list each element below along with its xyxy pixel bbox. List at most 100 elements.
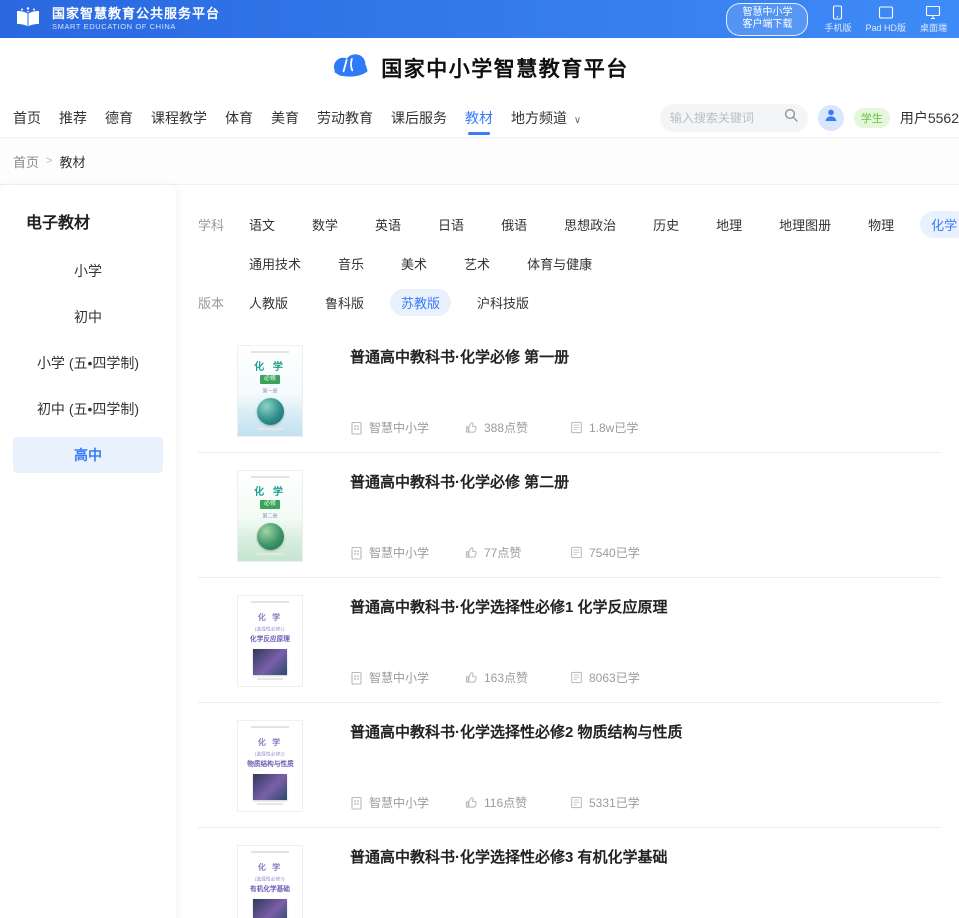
nav-item-label: 体育 xyxy=(225,110,253,126)
subject-filter-item[interactable]: 日语 xyxy=(427,211,475,238)
book-title[interactable]: 普通高中教科书·化学必修 第二册 xyxy=(350,471,941,492)
cover-volume: 第二册 xyxy=(262,512,277,520)
chevron-down-icon: ∨ xyxy=(574,115,581,126)
book-cover[interactable]: 化 学 必修 第二册 xyxy=(238,471,302,561)
open-book-logo-icon xyxy=(12,7,44,31)
nav-item[interactable]: 课程教学 xyxy=(142,98,216,138)
subject-filter-item[interactable]: 通用技术 xyxy=(238,250,312,277)
subject-filter-item[interactable]: 物理 xyxy=(857,211,905,238)
subject-filter-item[interactable]: 历史 xyxy=(642,211,690,238)
cover-volume: 第一册 xyxy=(262,387,277,395)
open-book-icon xyxy=(570,421,583,434)
cover-module-name: 有机化学基础 xyxy=(250,884,290,894)
breadcrumb-home[interactable]: 首页 xyxy=(13,152,39,171)
cover-publisher-decoration xyxy=(257,678,283,680)
subject-filter-item[interactable]: 美术 xyxy=(390,250,438,277)
subject-filter-row1: 学科 语文 数学 英语 日语 俄语 思想政治 历史 地理 地理图册 物理 xyxy=(198,211,941,238)
search-box[interactable] xyxy=(660,104,808,132)
nav-item[interactable]: 美育 xyxy=(262,98,308,138)
sidebar-item[interactable]: 小学 (五•四学制) xyxy=(13,345,163,381)
cover-publisher-decoration xyxy=(257,428,283,430)
book-cover[interactable]: 化 学 (选择性必修2) 物质结构与性质 xyxy=(238,721,302,811)
book-list-item: 化 学 必修 第一册 普通高中教科书·化学必修 第一册 xyxy=(198,328,941,453)
sidebar-item[interactable]: 小学 xyxy=(13,253,163,289)
book-cover[interactable]: 化 学 (选择性必修3) 有机化学基础 xyxy=(238,846,302,918)
subject-filter-item[interactable]: 数学 xyxy=(301,211,349,238)
book-likes[interactable]: 388点赞 xyxy=(465,419,570,436)
device-links: 手机版 Pad HD版 桌面端 xyxy=(824,5,947,34)
book-title[interactable]: 普通高中教科书·化学选择性必修2 物质结构与性质 xyxy=(350,721,941,742)
cover-badge: 必修 xyxy=(260,375,280,384)
book-list: 化 学 必修 第一册 普通高中教科书·化学必修 第一册 xyxy=(198,328,941,918)
subject-filter-item[interactable]: 地理图册 xyxy=(768,211,842,238)
nav-item-label: 课程教学 xyxy=(151,110,207,126)
person-icon xyxy=(823,107,839,128)
platform-logo: 国家智慧教育公共服务平台 SMART EDUCATION OF CHINA xyxy=(12,7,220,31)
cover-series: (选择性必修2) xyxy=(255,750,285,757)
book-source: 智慧中小学 xyxy=(350,419,465,436)
cover-subject-title: 化 学 xyxy=(258,737,282,748)
user-avatar[interactable] xyxy=(818,105,844,131)
thumbs-up-icon xyxy=(465,671,478,684)
book-learned: 1.8w已学 xyxy=(570,419,638,436)
book-title[interactable]: 普通高中教科书·化学必修 第一册 xyxy=(350,346,941,367)
book-likes[interactable]: 163点赞 xyxy=(465,669,570,686)
version-filter-item[interactable]: 苏教版 xyxy=(390,289,451,316)
globe-image xyxy=(257,523,284,550)
subject-filter-item[interactable]: 化学 xyxy=(920,211,959,238)
client-download-button[interactable]: 智慧中小学 客户端下载 xyxy=(726,3,808,36)
nav-item-label: 劳动教育 xyxy=(317,110,373,126)
search-icon[interactable] xyxy=(784,108,798,127)
nav-item[interactable]: 德育 xyxy=(96,98,142,138)
subject-filter-item[interactable]: 俄语 xyxy=(490,211,538,238)
cover-top-decoration xyxy=(251,476,288,478)
nav-item-label: 首页 xyxy=(13,110,41,126)
subject-filter-item[interactable]: 音乐 xyxy=(327,250,375,277)
version-filter-item[interactable]: 沪科技版 xyxy=(466,289,540,316)
publisher-icon xyxy=(350,421,363,435)
book-cover[interactable]: 化 学 (选择性必修1) 化学反应原理 xyxy=(238,596,302,686)
thumbs-up-icon xyxy=(465,796,478,809)
book-stats: 智慧中小学 163点赞 xyxy=(350,669,941,686)
sidebar-item[interactable]: 初中 xyxy=(13,299,163,335)
nav-item[interactable]: 课后服务 xyxy=(382,98,456,138)
desktop-version-link[interactable]: 桌面端 xyxy=(920,5,947,34)
nav-item[interactable]: 首页 xyxy=(4,98,50,138)
cloud-logo-icon xyxy=(330,52,372,85)
book-title[interactable]: 普通高中教科书·化学选择性必修1 化学反应原理 xyxy=(350,596,941,617)
username[interactable]: 用户5562 xyxy=(900,108,959,128)
cover-series: (选择性必修3) xyxy=(255,875,285,882)
main-nav: 首页 推荐 德育 课程教学 体育 美育 劳动教育 xyxy=(0,98,959,138)
book-cover[interactable]: 化 学 必修 第一册 xyxy=(238,346,302,436)
book-likes[interactable]: 116点赞 xyxy=(465,794,570,811)
mobile-version-link[interactable]: 手机版 xyxy=(824,5,851,34)
nav-item[interactable]: 推荐 xyxy=(50,98,96,138)
publisher-icon xyxy=(350,546,363,560)
pad-hd-version-link[interactable]: Pad HD版 xyxy=(865,5,906,34)
nav-item[interactable]: 教材 xyxy=(456,98,502,138)
sidebar-item[interactable]: 初中 (五•四学制) xyxy=(13,391,163,427)
content-area: 学科 语文 数学 英语 日语 俄语 思想政治 历史 地理 地理图册 物理 xyxy=(176,185,959,918)
sidebar-item[interactable]: 高中 xyxy=(13,437,163,473)
breadcrumb: 首页 > 教材 xyxy=(0,138,959,184)
subject-filter-item[interactable]: 体育与健康 xyxy=(516,250,603,277)
subject-filter-item[interactable]: 思想政治 xyxy=(553,211,627,238)
platform-name-en: SMART EDUCATION OF CHINA xyxy=(52,22,220,31)
subject-filter-item[interactable]: 艺术 xyxy=(453,250,501,277)
subject-filter-item[interactable]: 语文 xyxy=(238,211,286,238)
subject-filter-item[interactable]: 地理 xyxy=(705,211,753,238)
open-book-icon xyxy=(570,546,583,559)
version-filter-item[interactable]: 人教版 xyxy=(238,289,299,316)
nav-item[interactable]: 地方频道 ∨ xyxy=(502,98,590,138)
nav-item[interactable]: 劳动教育 xyxy=(308,98,382,138)
nav-item[interactable]: 体育 xyxy=(216,98,262,138)
book-source: 智慧中小学 xyxy=(350,544,465,561)
version-filter-item[interactable]: 鲁科版 xyxy=(314,289,375,316)
subject-filter-item[interactable]: 英语 xyxy=(364,211,412,238)
search-input[interactable] xyxy=(670,111,784,125)
book-likes[interactable]: 77点赞 xyxy=(465,544,570,561)
open-book-icon xyxy=(570,671,583,684)
book-title[interactable]: 普通高中教科书·化学选择性必修3 有机化学基础 xyxy=(350,846,941,867)
book-learned: 8063已学 xyxy=(570,669,640,686)
version-filter-row: 版本 人教版 鲁科版 苏教版 沪科技版 xyxy=(198,289,941,316)
